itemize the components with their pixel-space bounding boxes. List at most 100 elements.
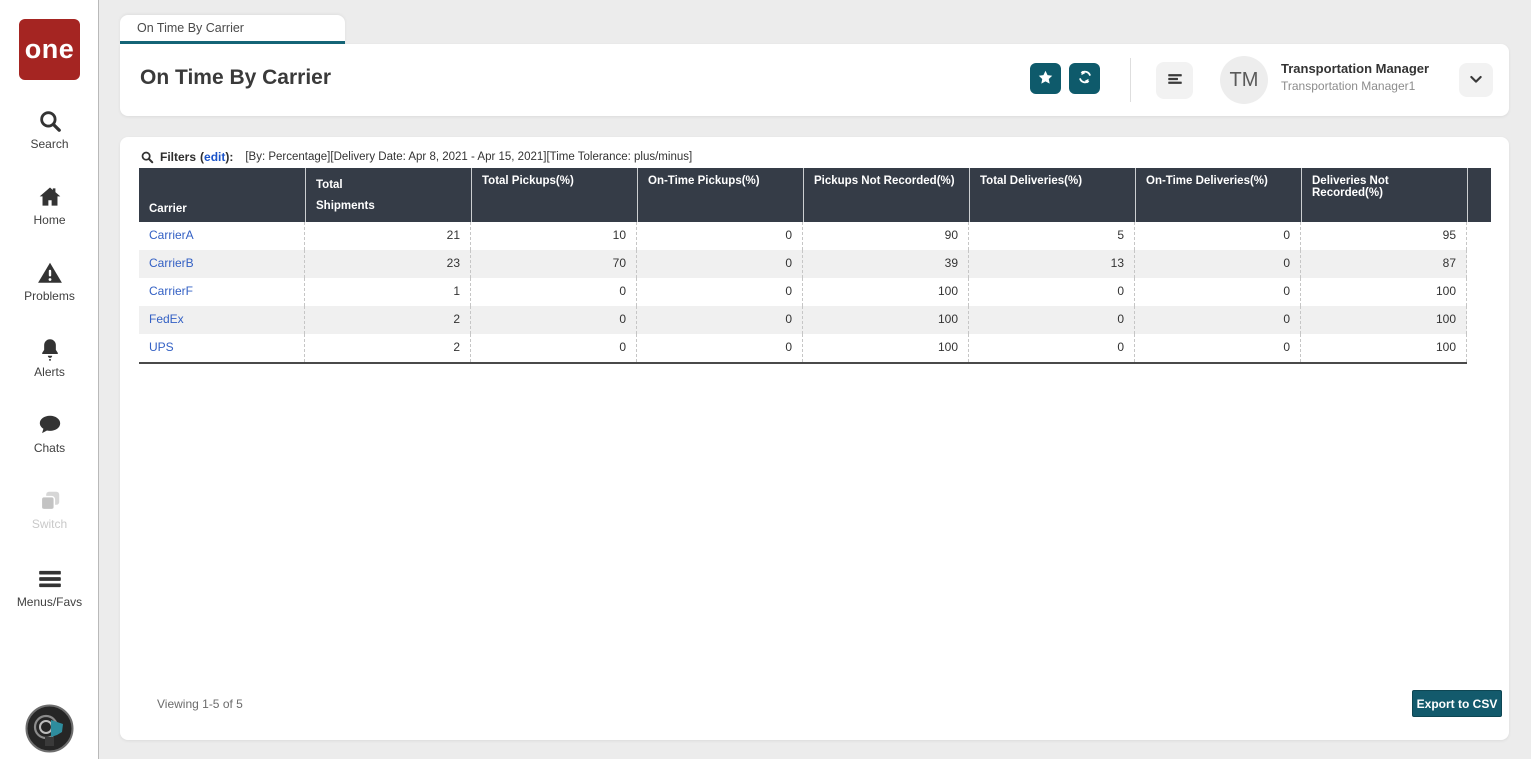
carrier-cell: CarrierA — [139, 222, 305, 250]
column-header[interactable]: Deliveries Not Recorded(%) — [1301, 168, 1467, 222]
user-name: Transportation Manager1 — [1281, 79, 1416, 93]
user-avatar[interactable]: TM — [1220, 56, 1268, 104]
header-divider — [1130, 58, 1131, 102]
sidebar-item-label: Switch — [31, 517, 68, 531]
column-header-spacer — [1467, 168, 1491, 222]
page-header: On Time By Carrier TM Transportation Man… — [120, 44, 1509, 116]
carrier-cell: CarrierF — [139, 278, 305, 306]
value-cell: 100 — [803, 334, 969, 362]
hamburger-icon — [1166, 70, 1184, 91]
report-panel: Filters ( edit ): [By: Percentage][Deliv… — [120, 137, 1509, 740]
search-icon — [0, 108, 99, 135]
chat-icon — [0, 412, 99, 439]
column-header[interactable]: Pickups Not Recorded(%) — [803, 168, 969, 222]
chevron-down-icon — [1468, 71, 1484, 90]
carrier-link[interactable]: FedEx — [149, 312, 184, 326]
filter-search-icon — [140, 150, 154, 164]
avatar-initials: TM — [1229, 68, 1259, 91]
value-cell: 23 — [305, 250, 471, 278]
ai-assistant-icon[interactable] — [25, 704, 74, 753]
column-header[interactable]: Total Shipments — [305, 168, 471, 222]
value-cell: 0 — [637, 222, 803, 250]
filters-summary: [By: Percentage][Delivery Date: Apr 8, 2… — [245, 151, 693, 163]
sidebar: one Search Home Problems Alerts Chats Sw… — [0, 0, 99, 759]
carrier-link[interactable]: CarrierB — [149, 256, 194, 270]
sidebar-item-problems[interactable]: Problems — [0, 260, 99, 303]
table-header-row: Carrier Total Shipments Total Pickups(%) On… — [139, 168, 1491, 222]
value-cell: 2 — [305, 306, 471, 334]
value-cell: 0 — [1135, 222, 1301, 250]
carrier-link[interactable]: UPS — [149, 340, 174, 354]
value-cell: 70 — [471, 250, 637, 278]
value-cell: 0 — [1135, 250, 1301, 278]
refresh-icon — [1076, 68, 1094, 89]
viewing-status: Viewing 1-5 of 5 — [157, 697, 243, 711]
value-cell: 100 — [803, 278, 969, 306]
value-cell: 100 — [1301, 278, 1467, 306]
sidebar-item-label: Alerts — [34, 365, 65, 379]
favorite-button[interactable] — [1030, 63, 1061, 94]
value-cell: 5 — [969, 222, 1135, 250]
carrier-cell: CarrierB — [139, 250, 305, 278]
tab-label: On Time By Carrier — [137, 21, 244, 35]
page-title: On Time By Carrier — [140, 66, 332, 89]
value-cell: 0 — [471, 306, 637, 334]
table-row: CarrierF 1 0 0 100 0 0 100 — [139, 278, 1467, 306]
filters-edit-link[interactable]: edit — [204, 150, 225, 164]
filters-bar: Filters ( edit ): [By: Percentage][Deliv… — [140, 150, 692, 164]
user-info: Transportation Manager Transportation Ma… — [1281, 61, 1429, 93]
value-cell: 0 — [637, 250, 803, 278]
column-header[interactable]: On-Time Pickups(%) — [637, 168, 803, 222]
value-cell: 0 — [637, 278, 803, 306]
value-cell: 0 — [471, 334, 637, 362]
filters-paren-close: ): — [225, 150, 234, 164]
value-cell: 0 — [1135, 306, 1301, 334]
one-logo[interactable]: one — [19, 19, 80, 80]
sidebar-item-label: Search — [30, 137, 69, 151]
value-cell: 21 — [305, 222, 471, 250]
export-csv-button[interactable]: Export to CSV — [1412, 690, 1502, 717]
sidebar-item-switch: Switch — [0, 488, 99, 531]
carrier-link[interactable]: CarrierA — [149, 228, 194, 242]
menu-icon — [0, 566, 99, 593]
sidebar-item-home[interactable]: Home — [0, 184, 99, 227]
value-cell: 13 — [969, 250, 1135, 278]
user-menu-button[interactable] — [1459, 63, 1493, 97]
value-cell: 0 — [637, 334, 803, 362]
carrier-cell: FedEx — [139, 306, 305, 334]
sidebar-item-chats[interactable]: Chats — [0, 412, 99, 455]
home-icon — [0, 184, 99, 211]
table-body: CarrierA 21 10 0 90 5 0 95 CarrierB 23 70 0 39 13 0 87 C… — [139, 222, 1467, 364]
switch-icon — [0, 488, 99, 515]
column-header[interactable]: On-Time Deliveries(%) — [1135, 168, 1301, 222]
table-row: FedEx 2 0 0 100 0 0 100 — [139, 306, 1467, 334]
value-cell: 0 — [969, 334, 1135, 362]
warning-icon — [0, 260, 99, 287]
sidebar-item-label: Menus/Favs — [16, 595, 83, 609]
value-cell: 100 — [1301, 334, 1467, 362]
carrier-link[interactable]: CarrierF — [149, 284, 193, 298]
user-role: Transportation Manager — [1281, 61, 1430, 76]
value-cell: 0 — [1135, 278, 1301, 306]
sidebar-item-label: Home — [33, 213, 66, 227]
value-cell: 100 — [1301, 306, 1467, 334]
value-cell: 2 — [305, 334, 471, 362]
sidebar-item-search[interactable]: Search — [0, 108, 99, 151]
sidebar-item-alerts[interactable]: Alerts — [0, 336, 99, 379]
logo-text: one — [24, 34, 75, 64]
column-header[interactable]: Total Pickups(%) — [471, 168, 637, 222]
value-cell: 39 — [803, 250, 969, 278]
refresh-button[interactable] — [1069, 63, 1100, 94]
header-menu-button[interactable] — [1156, 62, 1193, 99]
value-cell: 0 — [969, 306, 1135, 334]
filters-label: Filters — [160, 150, 197, 164]
value-cell: 0 — [1135, 334, 1301, 362]
column-header[interactable]: Total Deliveries(%) — [969, 168, 1135, 222]
bell-icon — [0, 336, 99, 363]
column-header[interactable]: Carrier — [139, 168, 305, 222]
table-row: UPS 2 0 0 100 0 0 100 — [139, 334, 1467, 362]
tab-on-time-by-carrier[interactable]: On Time By Carrier — [120, 15, 345, 44]
sidebar-item-label: Chats — [33, 441, 66, 455]
sidebar-item-menus-favs[interactable]: Menus/Favs — [0, 566, 99, 609]
value-cell: 1 — [305, 278, 471, 306]
